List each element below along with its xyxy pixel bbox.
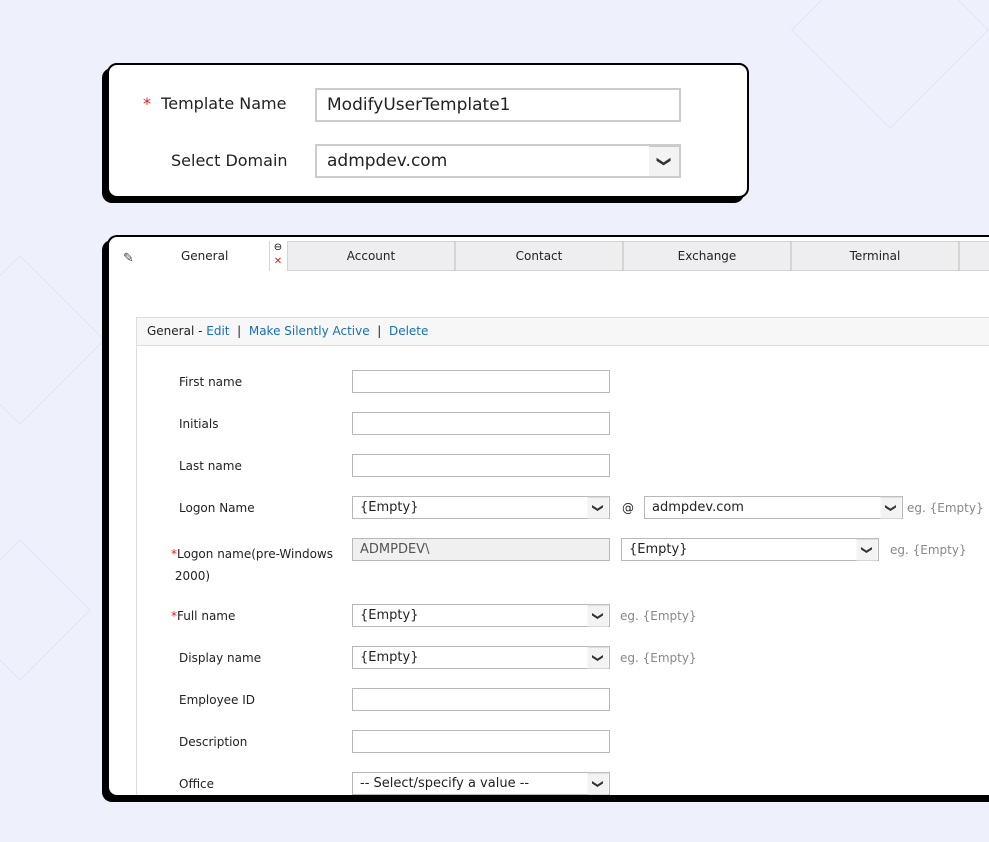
background-pattern xyxy=(791,0,989,129)
pencil-icon: ✎ xyxy=(123,251,134,266)
chevron-down-icon: ❯ xyxy=(880,496,902,519)
domain-select[interactable]: admpdev.com ❯ xyxy=(315,144,681,178)
tab-account[interactable]: Account xyxy=(287,241,455,271)
logon-example: eg. {Empty} xyxy=(907,501,984,515)
initials-label: Initials xyxy=(179,417,219,431)
tab-contact[interactable]: Contact xyxy=(455,241,623,271)
background-pattern xyxy=(0,539,91,681)
close-icon[interactable]: ✕ xyxy=(270,255,286,269)
chevron-down-icon: ❯ xyxy=(587,604,609,627)
full-name-label: *Full name xyxy=(171,609,236,623)
first-name-input[interactable] xyxy=(352,370,610,393)
chevron-down-icon: ❯ xyxy=(587,496,609,519)
template-name-input[interactable]: ModifyUserTemplate1 xyxy=(315,88,681,122)
employee-id-label: Employee ID xyxy=(179,693,256,707)
logon-domain-select[interactable]: admpdev.com ❯ xyxy=(644,496,903,519)
section-title: General - xyxy=(147,324,203,338)
at-sign: @ xyxy=(622,501,634,515)
edit-link[interactable]: Edit xyxy=(206,324,229,338)
tab-more[interactable] xyxy=(959,241,989,271)
tab-terminal[interactable]: Terminal xyxy=(791,241,959,271)
separator: | xyxy=(377,324,382,338)
employee-id-input[interactable] xyxy=(352,688,610,711)
last-name-label: Last name xyxy=(179,459,242,473)
section-header: General - Edit | Make Silently Active | … xyxy=(137,318,989,346)
pre2000-prefix: ADMPDEV\ xyxy=(352,538,610,561)
last-name-input[interactable] xyxy=(352,454,610,477)
chevron-down-icon: ❯ xyxy=(587,772,609,795)
display-name-example: eg. {Empty} xyxy=(620,651,697,665)
logon-name-select[interactable]: {Empty} ❯ xyxy=(352,496,610,519)
full-name-select[interactable]: {Empty} ❯ xyxy=(352,604,610,627)
chevron-down-icon: ❯ xyxy=(856,538,878,561)
tab-controls: ⊖ ✕ xyxy=(269,241,286,271)
delete-link[interactable]: Delete xyxy=(389,324,428,338)
pre2000-label: *Logon name(pre-Windows 2000) xyxy=(171,547,333,583)
description-input[interactable] xyxy=(352,730,610,753)
pre2000-select[interactable]: {Empty} ❯ xyxy=(621,538,879,561)
make-silently-active-link[interactable]: Make Silently Active xyxy=(249,324,370,338)
background-pattern xyxy=(0,255,105,425)
chevron-down-icon: ❯ xyxy=(587,646,609,669)
pre2000-example: eg. {Empty} xyxy=(890,543,967,557)
chevron-down-icon: ❯ xyxy=(649,146,679,176)
tab-general[interactable]: General xyxy=(181,249,228,263)
description-label: Description xyxy=(179,735,248,749)
properties-card: ✎ General ⊖ ✕ Account Contact Exchange Te… xyxy=(107,235,989,797)
separator: | xyxy=(237,324,242,338)
office-select[interactable]: -- Select/specify a value -- ❯ xyxy=(352,772,610,795)
initials-input[interactable] xyxy=(352,412,610,435)
select-domain-label: Select Domain xyxy=(171,151,288,170)
template-card: * Template Name ModifyUserTemplate1 Sele… xyxy=(107,63,749,198)
first-name-label: First name xyxy=(179,375,243,389)
collapse-icon[interactable]: ⊖ xyxy=(270,241,286,255)
template-name-label: * Template Name xyxy=(143,94,287,113)
tab-exchange[interactable]: Exchange xyxy=(623,241,791,271)
logon-name-label: Logon Name xyxy=(179,501,255,515)
full-name-example: eg. {Empty} xyxy=(620,609,697,623)
display-name-label: Display name xyxy=(179,651,262,665)
office-label: Office xyxy=(179,777,215,791)
display-name-select[interactable]: {Empty} ❯ xyxy=(352,646,610,669)
